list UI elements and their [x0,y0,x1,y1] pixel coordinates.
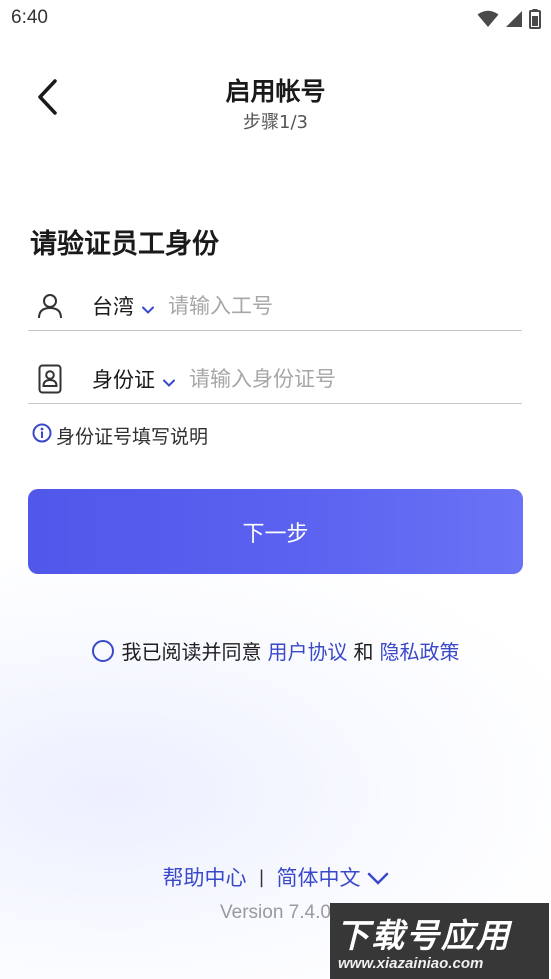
step-indicator: 步骤1/3 [243,112,308,133]
agree-checkbox[interactable] [91,639,114,662]
status-bar: 6:40 [0,0,551,38]
status-icons [477,9,541,33]
employee-number-input[interactable] [168,285,522,326]
id-type-selector[interactable]: 身份证 [92,364,175,394]
id-number-row: 身份证 [28,354,522,404]
page-title: 启用帐号 [225,77,326,106]
section-title: 请验证员工身份 [30,229,219,260]
privacy-policy-link[interactable]: 隐私政策 [380,636,460,665]
id-type-value: 身份证 [92,367,155,392]
person-icon [30,286,70,326]
next-step-button[interactable]: 下一步 [28,489,523,574]
chevron-down-icon [163,368,175,392]
watermark-title: 下载号应用 [336,916,511,955]
chevron-down-icon [142,295,154,319]
agreement-row: 我已阅读并同意 用户协议 和 隐私政策 [0,636,551,665]
footer: 帮助中心 | 简体中文 [0,862,551,892]
agree-and: 和 [353,640,374,664]
watermark-url: www.xiazainiao.com [338,955,484,972]
status-time: 6:40 [11,7,48,28]
id-card-icon [30,359,70,399]
id-help-link[interactable]: 身份证号填写说明 [32,422,208,449]
chevron-down-icon [367,867,389,891]
region-value: 台湾 [92,294,134,319]
id-number-input[interactable] [189,358,522,399]
battery-icon [529,9,541,33]
wifi-icon [477,10,499,32]
help-center-link[interactable]: 帮助中心 [162,862,246,892]
language-value: 简体中文 [276,866,361,890]
signal-icon [505,10,523,32]
agree-prefix: 我已阅读并同意 [121,640,262,664]
id-help-label: 身份证号填写说明 [56,426,209,448]
language-selector[interactable]: 简体中文 [277,862,389,892]
footer-separator: | [258,866,265,888]
info-icon [32,423,52,448]
region-selector[interactable]: 台湾 [92,291,154,321]
watermark: 下载号应用 www.xiazainiao.com [330,903,549,979]
employee-id-row: 台湾 [28,281,522,331]
user-agreement-link[interactable]: 用户协议 [268,636,348,665]
header: 启用帐号 步骤1/3 [0,60,551,140]
